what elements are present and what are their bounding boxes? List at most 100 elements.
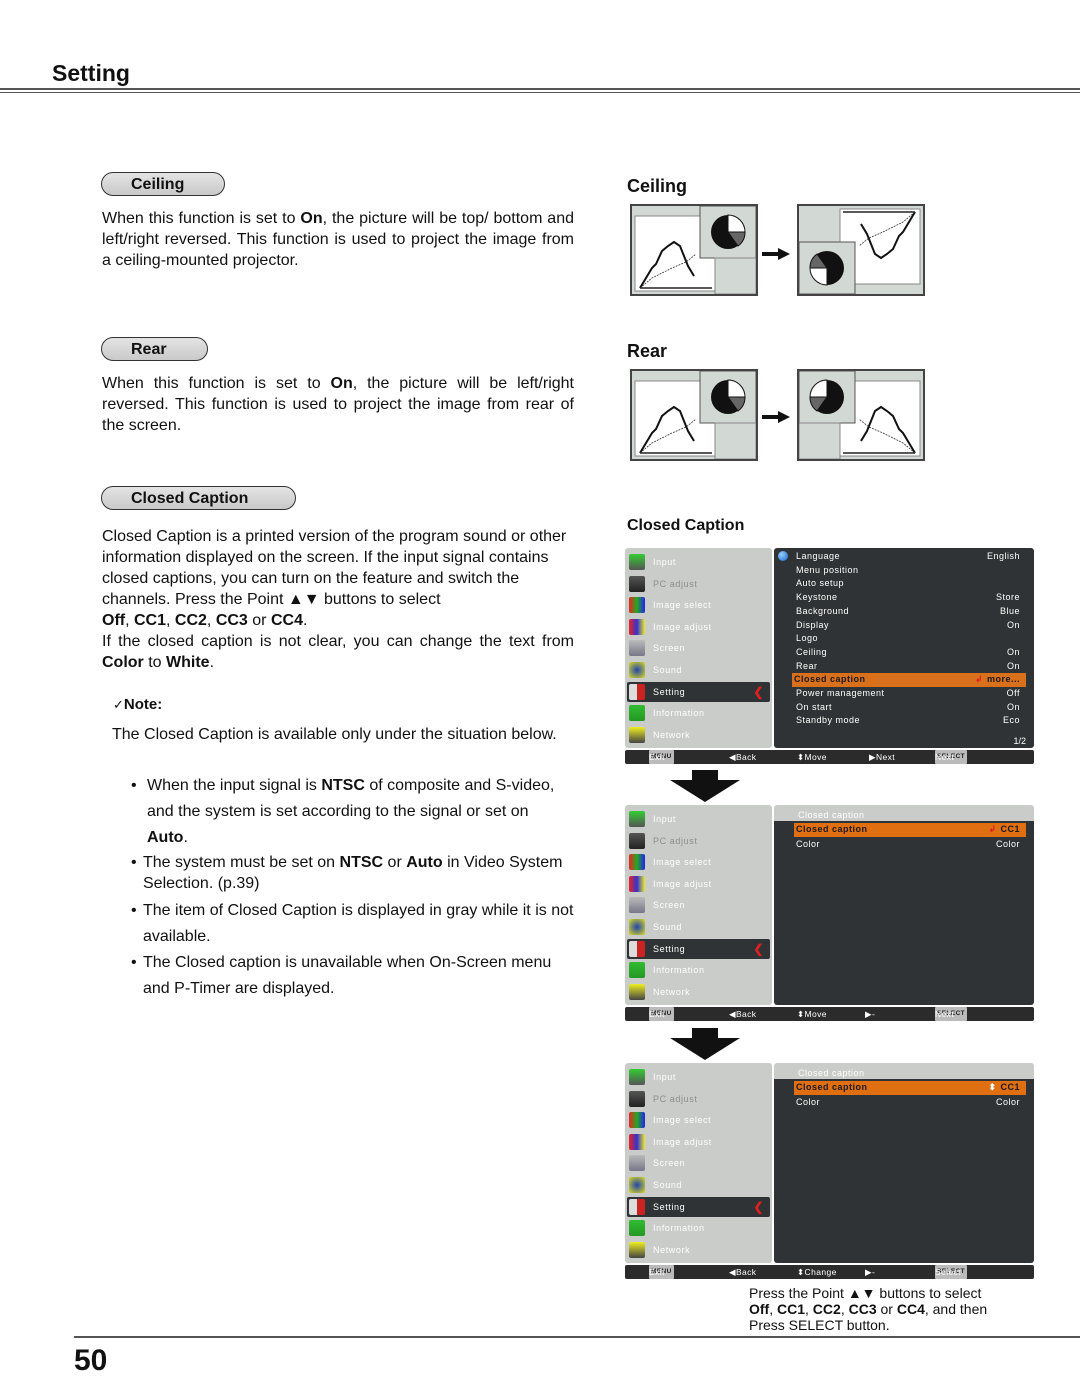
- osd-row-keystone[interactable]: Keystone Store: [794, 591, 1026, 605]
- pc-adjust-icon: [629, 575, 645, 592]
- osd-row-label: Closed caption: [796, 1082, 868, 1092]
- osd-menu-item-input[interactable]: Input: [627, 552, 770, 572]
- text: Next: [875, 752, 896, 762]
- text: Color: [995, 839, 1020, 849]
- osd-row-closed-caption[interactable]: Closed caption ⬍ CC1: [794, 1081, 1026, 1095]
- osd-menu-item-pc-adjust[interactable]: PC adjust: [627, 831, 770, 851]
- osd-row-auto-setup[interactable]: Auto setup: [794, 577, 1026, 591]
- osd-row-power-management[interactable]: Power management Off: [794, 687, 1026, 701]
- osd-menu-item-network[interactable]: Network: [627, 982, 770, 1002]
- help-next: ▶-----: [865, 1007, 875, 1075]
- submenu-title: Closed caption: [798, 1068, 865, 1078]
- sound-icon: [629, 662, 645, 678]
- osd-menu-item-image-adjust[interactable]: Image adjust: [627, 1132, 770, 1152]
- osd-menu-label: Information: [653, 965, 705, 976]
- help-next: ▶ Next: [869, 752, 896, 762]
- text: Color: [995, 1097, 1020, 1107]
- text: When this function is set to: [102, 210, 301, 227]
- note-heading: ✓Note:: [113, 696, 162, 713]
- osd-row-language[interactable]: Language English: [794, 550, 1026, 564]
- text: The Closed caption is unavailable when O…: [143, 954, 552, 997]
- text-bold: Off: [102, 612, 126, 629]
- header-rule: [0, 88, 1080, 90]
- osd-menu-item-image-select[interactable]: Image select: [627, 852, 770, 872]
- check-icon: ✓: [113, 697, 124, 712]
- osd-menu-item-image-select[interactable]: Image select: [627, 595, 770, 615]
- arrow-down-icon: [670, 1028, 740, 1060]
- submenu-title: Closed caption: [798, 810, 865, 820]
- image-select-icon: [629, 854, 645, 871]
- setting-icon: [629, 1198, 645, 1215]
- information-icon: [629, 705, 645, 722]
- image-adjust-icon: [629, 618, 645, 635]
- osd-row-logo[interactable]: Logo: [794, 632, 1026, 646]
- page-number: 50: [74, 1344, 108, 1377]
- osd-menu-item-screen[interactable]: Screen: [627, 1153, 770, 1173]
- chart-illustration: [634, 371, 756, 459]
- osd-menu-item-image-adjust[interactable]: Image adjust: [627, 874, 770, 894]
- osd-menu-item-information[interactable]: Information: [627, 703, 770, 723]
- osd-menu-item-input[interactable]: Input: [627, 1067, 770, 1087]
- text: .: [183, 829, 188, 846]
- osd-menu-item-setting[interactable]: Setting ❮: [627, 1196, 770, 1217]
- osd-row-color[interactable]: Color Color: [794, 1096, 1026, 1110]
- bullet-dot: •: [131, 854, 137, 871]
- text: Move: [804, 752, 827, 762]
- text: Off: [1006, 688, 1020, 698]
- text: ,: [769, 1301, 777, 1317]
- osd-menu-item-network[interactable]: Network: [627, 725, 770, 745]
- text: or: [876, 1301, 897, 1317]
- osd-row-display[interactable]: Display On: [794, 619, 1026, 633]
- text-bold: Auto: [406, 854, 443, 871]
- osd-submenu: Closed caption Closed caption ↲ CC1 Color Co…: [774, 805, 1034, 1005]
- osd-menu-item-setting[interactable]: Setting ❮: [627, 938, 770, 959]
- osd-row-background[interactable]: Background Blue: [794, 605, 1026, 619]
- page-indicator: 1/2: [1013, 736, 1026, 746]
- closed-caption-color-text: If the closed caption is not clear, you …: [102, 631, 574, 673]
- rear-diagram-before: [630, 369, 758, 461]
- osd-row-rear[interactable]: Rear On: [794, 660, 1026, 674]
- osd-row-color[interactable]: Color Color: [794, 838, 1026, 852]
- osd-row-value: English: [987, 550, 1020, 564]
- osd-row-standby-mode[interactable]: Standby mode Eco: [794, 714, 1026, 728]
- osd-menu-item-pc-adjust[interactable]: PC adjust: [627, 574, 770, 594]
- osd-menu-item-information[interactable]: Information: [627, 960, 770, 980]
- image-adjust-icon: [629, 1133, 645, 1150]
- osd-menu-label: Sound: [653, 665, 683, 675]
- rear-description: When this function is set to On, the pic…: [102, 373, 574, 436]
- text: .: [302, 612, 308, 629]
- osd-menu-item-input[interactable]: Input: [627, 809, 770, 829]
- text: Move: [804, 1009, 827, 1019]
- osd-menu-item-image-adjust[interactable]: Image adjust: [627, 617, 770, 637]
- network-icon: [629, 983, 645, 1000]
- osd-menu-item-network[interactable]: Network: [627, 1240, 770, 1260]
- osd-menu-item-sound[interactable]: Sound: [627, 917, 770, 937]
- osd-screen-closed-caption: Input PC adjust Image select Image adjust Sc…: [625, 805, 1036, 1075]
- options-line: Off, CC1, CC2, CC3 or CC4.: [102, 612, 307, 629]
- osd-row-label: Background: [796, 605, 850, 616]
- sound-icon: [629, 919, 645, 935]
- text: If the closed caption is not clear, you …: [102, 633, 574, 650]
- osd-row-closed-caption[interactable]: Closed caption ↲ CC1: [794, 823, 1026, 837]
- osd-menu-label: Image adjust: [653, 878, 712, 889]
- osd-row-menu-position[interactable]: Menu position: [794, 564, 1026, 578]
- osd-menu-item-setting[interactable]: Setting ❮: [627, 681, 770, 702]
- osd-menu-label: Information: [653, 708, 705, 719]
- osd-row-closed-caption[interactable]: Closed caption ↲ more...: [792, 673, 1026, 687]
- osd-menu-item-sound[interactable]: Sound: [627, 660, 770, 680]
- osd-menu-item-pc-adjust[interactable]: PC adjust: [627, 1089, 770, 1109]
- osd-menu-item-image-select[interactable]: Image select: [627, 1110, 770, 1130]
- information-icon: [629, 962, 645, 979]
- osd-menu-item-information[interactable]: Information: [627, 1218, 770, 1238]
- image-adjust-icon: [629, 875, 645, 892]
- osd-menu-item-sound[interactable]: Sound: [627, 1175, 770, 1195]
- text: The item of Closed Caption is displayed …: [143, 902, 574, 945]
- text: Back: [735, 1009, 757, 1019]
- osd-row-ceiling[interactable]: Ceiling On: [794, 646, 1026, 660]
- osd-menu-label: Input: [653, 557, 677, 567]
- text: On: [1006, 646, 1020, 657]
- osd-menu-item-screen[interactable]: Screen: [627, 895, 770, 915]
- osd-row-on-start[interactable]: On start On: [794, 701, 1026, 715]
- osd-menu-item-screen[interactable]: Screen: [627, 638, 770, 658]
- chart-illustration: [799, 371, 921, 459]
